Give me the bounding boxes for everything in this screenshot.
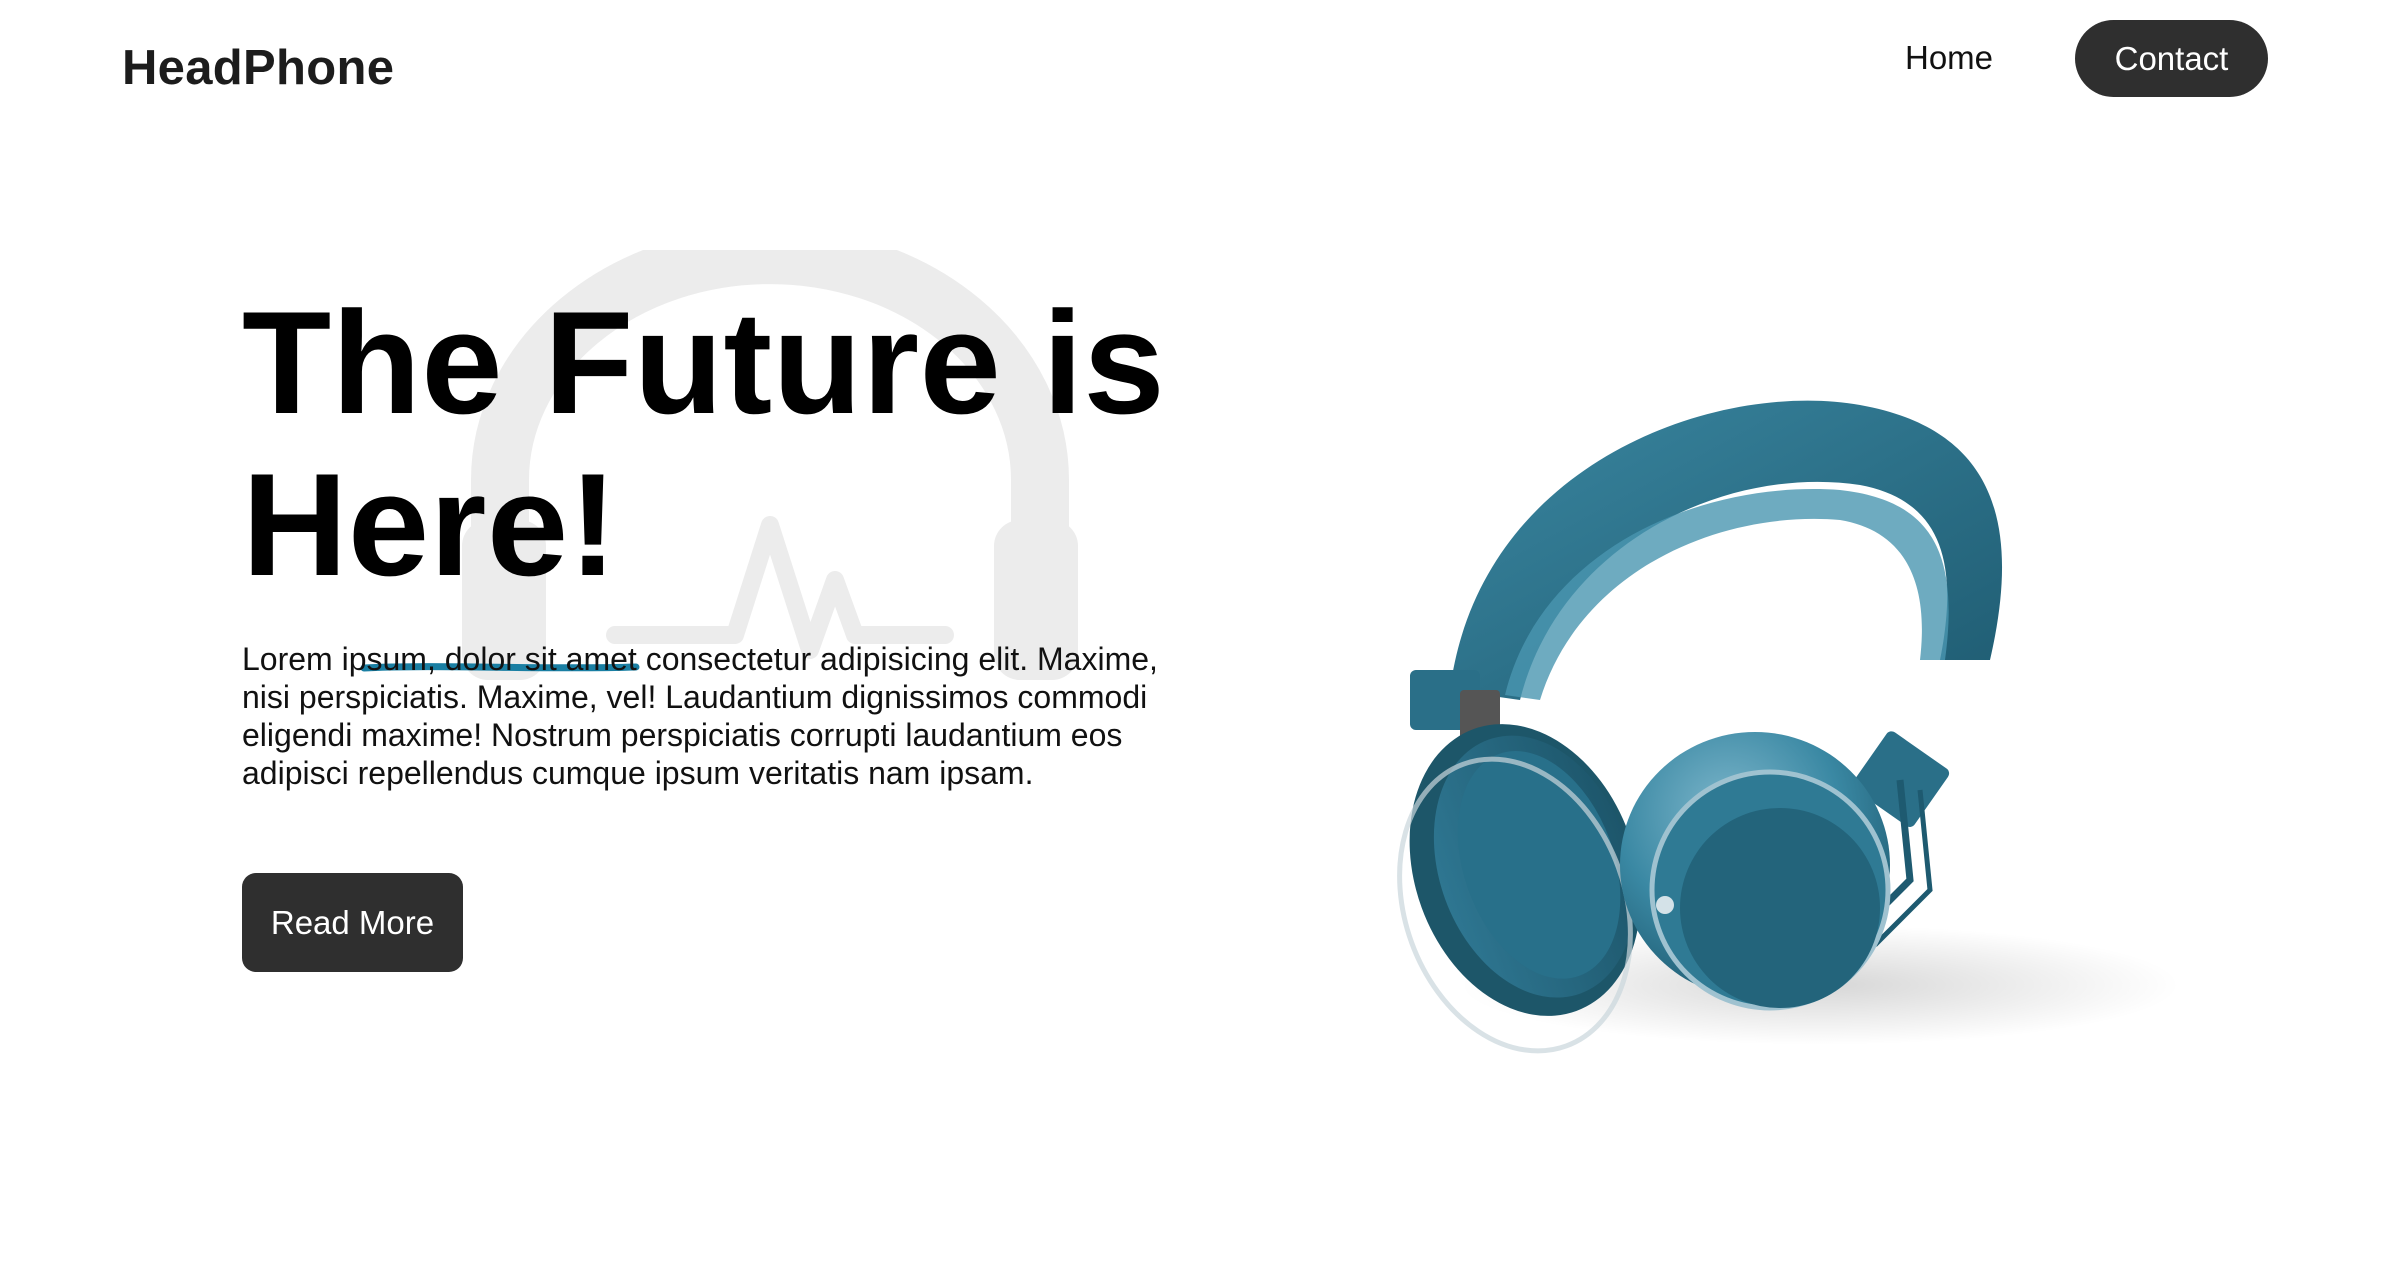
read-more-button[interactable]: Read More xyxy=(242,873,463,972)
nav-contact-button[interactable]: Contact xyxy=(2075,20,2268,97)
headphone-product-image xyxy=(1397,400,2180,1054)
landing-page: HeadPhone Home Contact The Future is Her… xyxy=(0,0,2402,1286)
hero-title: The Future is Here! xyxy=(242,281,1166,606)
nav-home-link[interactable]: Home xyxy=(1905,34,1993,82)
hero-description: Lorem ipsum, dolor sit amet consectetur … xyxy=(242,641,1158,791)
brand-logo[interactable]: HeadPhone xyxy=(122,36,394,100)
